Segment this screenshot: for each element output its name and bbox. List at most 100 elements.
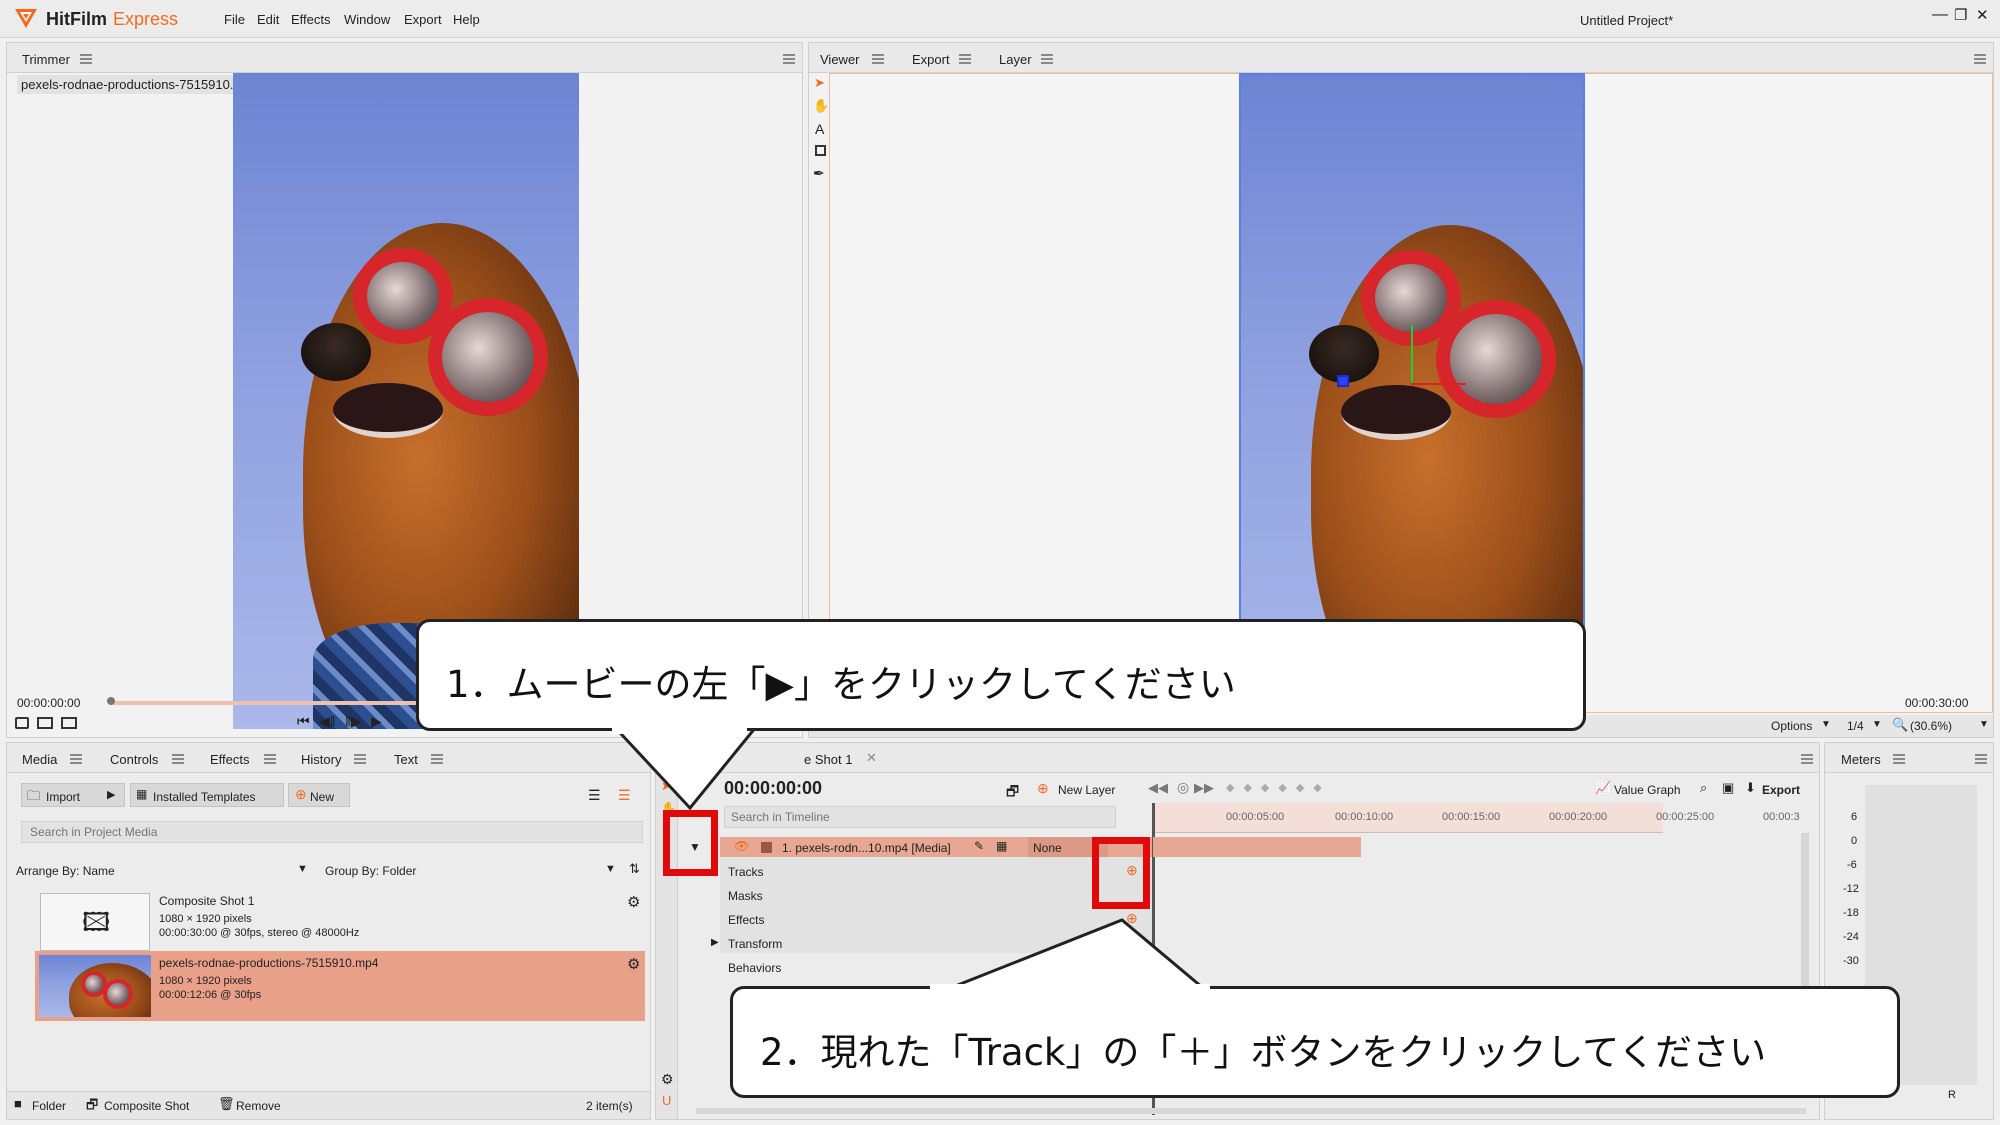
restore-button[interactable]: ❐: [1954, 6, 1967, 24]
arrange-by-dropdown[interactable]: Arrange By: Name: [16, 864, 115, 878]
composite-shot-icon[interactable]: 🗗: [86, 1096, 98, 1118]
close-button[interactable]: ✕: [1976, 6, 1989, 24]
property-masks[interactable]: Masks: [728, 889, 763, 903]
tab-layer[interactable]: Layer: [999, 52, 1032, 67]
arrange-chevron-down-icon[interactable]: ▼: [297, 863, 308, 875]
text-tab-menu-icon[interactable]: [431, 754, 443, 764]
export-tray-icon[interactable]: ⬇: [1745, 780, 1756, 796]
zoom-magnifier-icon[interactable]: 🔍: [1892, 717, 1908, 733]
hand-tool-icon[interactable]: ✋: [813, 98, 829, 114]
trimmer-tab-menu-icon[interactable]: [80, 54, 92, 64]
tab-controls[interactable]: Controls: [110, 752, 158, 767]
meters-tab-menu-icon[interactable]: [1893, 754, 1905, 764]
folder-button-icon[interactable]: ■: [14, 1096, 22, 1111]
timeline-settings-icon[interactable]: ⚙: [661, 1071, 674, 1088]
zoom-chevron-down-icon[interactable]: ▼: [1979, 719, 1989, 730]
new-layer-plus-icon[interactable]: ⊕: [1037, 780, 1049, 797]
value-graph-button[interactable]: Value Graph: [1614, 783, 1681, 797]
property-transform[interactable]: Transform: [728, 937, 782, 951]
text-tool-icon[interactable]: A: [815, 121, 824, 137]
viewer-options-dropdown[interactable]: Options: [1771, 719, 1812, 733]
zoom-fit-icon[interactable]: ⌕: [1700, 780, 1707, 796]
effects-tab-menu-icon[interactable]: [264, 754, 276, 764]
options-chevron-down-icon[interactable]: ▼: [1821, 719, 1831, 730]
video-gear-icon[interactable]: ⚙: [627, 955, 640, 973]
viewer-panel-menu-icon[interactable]: [1974, 54, 1986, 64]
tab-viewer[interactable]: Viewer: [820, 52, 860, 67]
trimmer-playhead-icon[interactable]: [107, 697, 115, 705]
timeline-forward-icon[interactable]: ▶▶: [1194, 780, 1214, 796]
anchor-handle-icon[interactable]: [1337, 375, 1349, 387]
tab-history[interactable]: History: [301, 752, 341, 767]
composite-gear-icon[interactable]: ⚙: [627, 893, 640, 911]
zoom-percent-dropdown[interactable]: (30.6%): [1910, 719, 1952, 733]
loop-icon[interactable]: [15, 717, 29, 729]
minimize-button[interactable]: —: [1932, 6, 1948, 24]
new-layer-button[interactable]: New Layer: [1058, 783, 1115, 797]
menu-window[interactable]: Window: [344, 12, 390, 27]
list-view-icon[interactable]: ☰: [588, 787, 601, 804]
import-arrow-icon[interactable]: ▶: [107, 788, 115, 801]
folder-button[interactable]: Folder: [32, 1099, 66, 1113]
menu-file[interactable]: File: [224, 12, 245, 27]
insert-icon[interactable]: [37, 717, 53, 729]
tab-effects[interactable]: Effects: [210, 752, 250, 767]
controls-tab-menu-icon[interactable]: [172, 754, 184, 764]
tab-export[interactable]: Export: [912, 52, 950, 67]
timeline-rewind-icon[interactable]: ◀◀: [1148, 780, 1168, 796]
property-behaviors[interactable]: Behaviors: [728, 961, 781, 975]
export-tab-menu-icon[interactable]: [959, 54, 971, 64]
menu-edit[interactable]: Edit: [257, 12, 279, 27]
select-tool-icon[interactable]: ➤: [814, 75, 826, 90]
timeline-panel-menu-icon[interactable]: [1801, 754, 1813, 764]
group-chevron-down-icon[interactable]: ▼: [605, 863, 616, 875]
property-effects[interactable]: Effects: [728, 913, 764, 927]
y-axis-gizmo-icon[interactable]: [1411, 325, 1413, 385]
layer-pencil-icon[interactable]: ✎: [974, 839, 984, 853]
menu-export[interactable]: Export: [404, 12, 442, 27]
sort-icon[interactable]: ⇅: [629, 861, 640, 877]
screenshot-icon[interactable]: ▣: [1722, 780, 1734, 796]
timeline-zoom-slider[interactable]: [696, 1108, 1806, 1114]
remove-button[interactable]: Remove: [236, 1099, 281, 1113]
transform-expand-icon[interactable]: ▶: [711, 937, 719, 948]
viewer-tab-menu-icon[interactable]: [872, 54, 884, 64]
value-graph-icon[interactable]: 📈: [1595, 780, 1611, 796]
tab-trimmer[interactable]: Trimmer: [22, 52, 70, 67]
step-forward-icon[interactable]: ‖▶: [345, 713, 362, 730]
play-icon[interactable]: ▶: [371, 713, 382, 730]
trash-icon[interactable]: 🗑: [218, 1096, 235, 1112]
property-tracks[interactable]: Tracks: [728, 865, 764, 879]
media-search-input[interactable]: [21, 821, 643, 843]
keyframe-nav-icons[interactable]: ◆◆◆◆◆◆: [1226, 781, 1331, 794]
group-by-dropdown[interactable]: Group By: Folder: [325, 864, 416, 878]
timeline-record-icon[interactable]: ◎: [1177, 779, 1189, 796]
overlay-icon[interactable]: [61, 717, 77, 729]
layer-color-swatch-icon[interactable]: [761, 842, 772, 853]
layer-tab-menu-icon[interactable]: [1041, 54, 1053, 64]
media-tab-menu-icon[interactable]: [70, 754, 82, 764]
layer-name[interactable]: 1. pexels-rodn...10.mp4 [Media]: [782, 841, 951, 855]
tab-text[interactable]: Text: [394, 752, 418, 767]
pen-tool-icon[interactable]: ✒: [813, 165, 825, 182]
skip-start-icon[interactable]: ⏮: [297, 713, 310, 730]
zoom-ratio-dropdown[interactable]: 1/4: [1847, 719, 1864, 733]
layer-visibility-eye-icon[interactable]: 👁: [734, 839, 749, 853]
x-axis-gizmo-icon[interactable]: [1411, 383, 1466, 385]
meters-panel-menu-icon[interactable]: [1975, 754, 1987, 764]
step-back-icon[interactable]: ◀‖: [319, 713, 336, 730]
timeline-export-button[interactable]: Export: [1762, 783, 1800, 797]
history-tab-menu-icon[interactable]: [354, 754, 366, 764]
tab-media[interactable]: Media: [22, 752, 57, 767]
layer-clip-bar[interactable]: [1153, 837, 1361, 857]
menu-effects[interactable]: Effects: [291, 12, 331, 27]
tab-meters[interactable]: Meters: [1841, 752, 1881, 767]
trimmer-panel-menu-icon[interactable]: [783, 54, 795, 64]
layer-checker-icon[interactable]: ▦: [996, 839, 1007, 853]
composite-shot-button[interactable]: Composite Shot: [104, 1099, 189, 1113]
snap-magnet-icon[interactable]: U: [662, 1093, 671, 1108]
rectangle-tool-icon[interactable]: [815, 145, 826, 156]
export-frame-icon[interactable]: 🗗: [1006, 781, 1019, 805]
media-item-composite[interactable]: 🖾 Composite Shot 1 1080 × 1920 pixels 00…: [27, 889, 645, 951]
ratio-chevron-down-icon[interactable]: ▼: [1872, 719, 1882, 730]
